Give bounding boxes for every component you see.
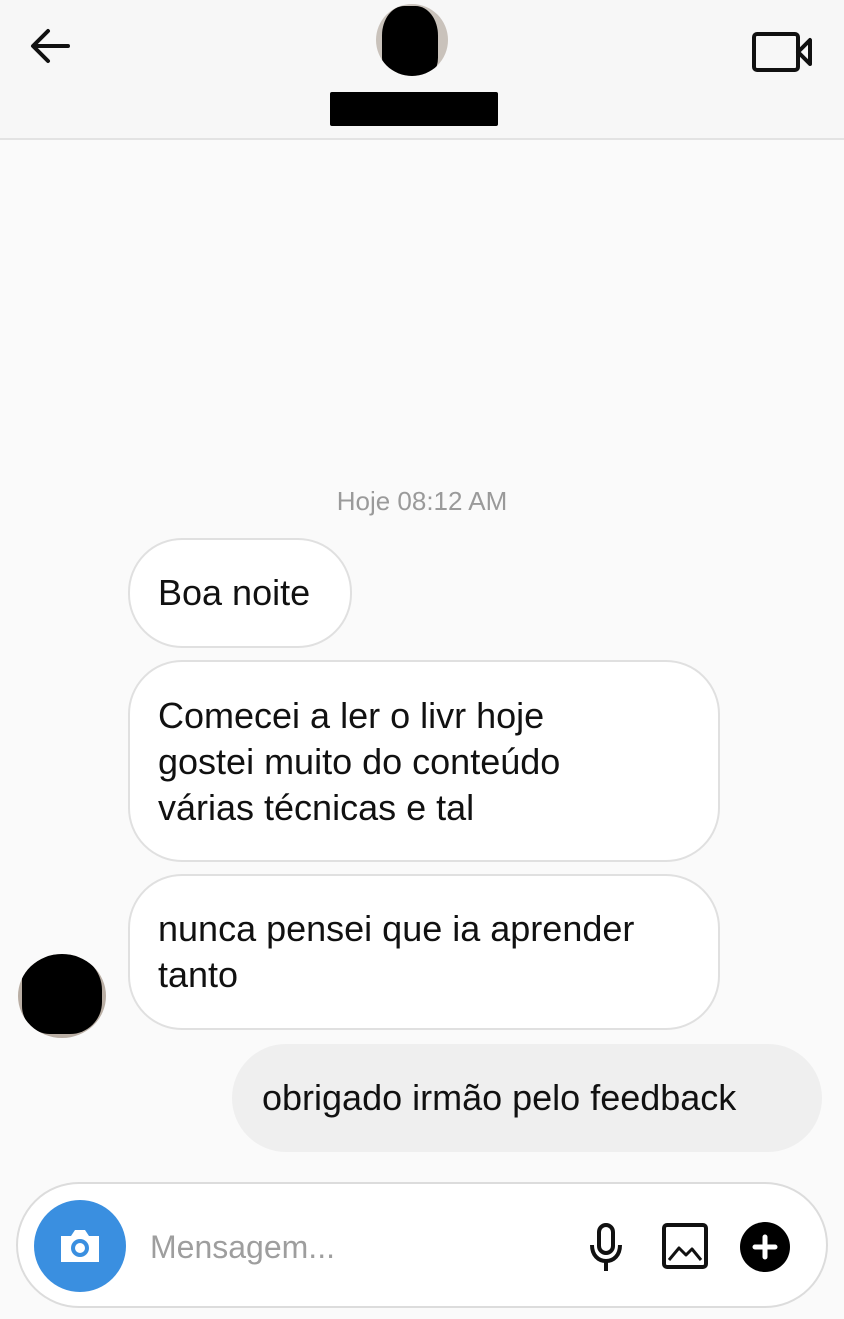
incoming-message[interactable]: nunca pensei que ia aprender tanto xyxy=(128,874,720,1030)
image-gallery-icon xyxy=(662,1223,708,1269)
incoming-message[interactable]: Comecei a ler o livr hoje gostei muito d… xyxy=(128,660,720,862)
back-button[interactable] xyxy=(22,18,78,74)
camera-icon xyxy=(61,1230,99,1262)
more-options-button[interactable] xyxy=(740,1222,790,1272)
camera-button[interactable] xyxy=(34,1200,126,1292)
message-timestamp: Hoje 08:12 AM xyxy=(336,486,508,516)
avatar-redaction xyxy=(382,6,438,76)
arrow-left-icon xyxy=(31,29,70,63)
microphone-button[interactable] xyxy=(584,1220,628,1276)
avatar-redaction xyxy=(22,954,102,1034)
message-input[interactable] xyxy=(150,1220,550,1274)
gallery-button[interactable] xyxy=(660,1220,710,1272)
chat-header: redacted xyxy=(0,0,844,140)
chat-screen: redacted Hoje 08:12 AM Boa noite Comecei… xyxy=(0,0,844,1319)
video-call-button[interactable] xyxy=(748,24,818,80)
video-camera-icon xyxy=(752,32,812,72)
outgoing-message[interactable]: obrigado irmão pelo feedback xyxy=(232,1044,822,1152)
microphone-icon xyxy=(590,1223,622,1271)
plus-icon xyxy=(752,1234,778,1260)
contact-avatar[interactable] xyxy=(376,4,448,76)
incoming-message[interactable]: Boa noite xyxy=(128,538,352,648)
message-composer xyxy=(16,1182,828,1308)
sender-avatar[interactable] xyxy=(18,954,106,1038)
contact-name[interactable]: redacted xyxy=(330,92,498,126)
